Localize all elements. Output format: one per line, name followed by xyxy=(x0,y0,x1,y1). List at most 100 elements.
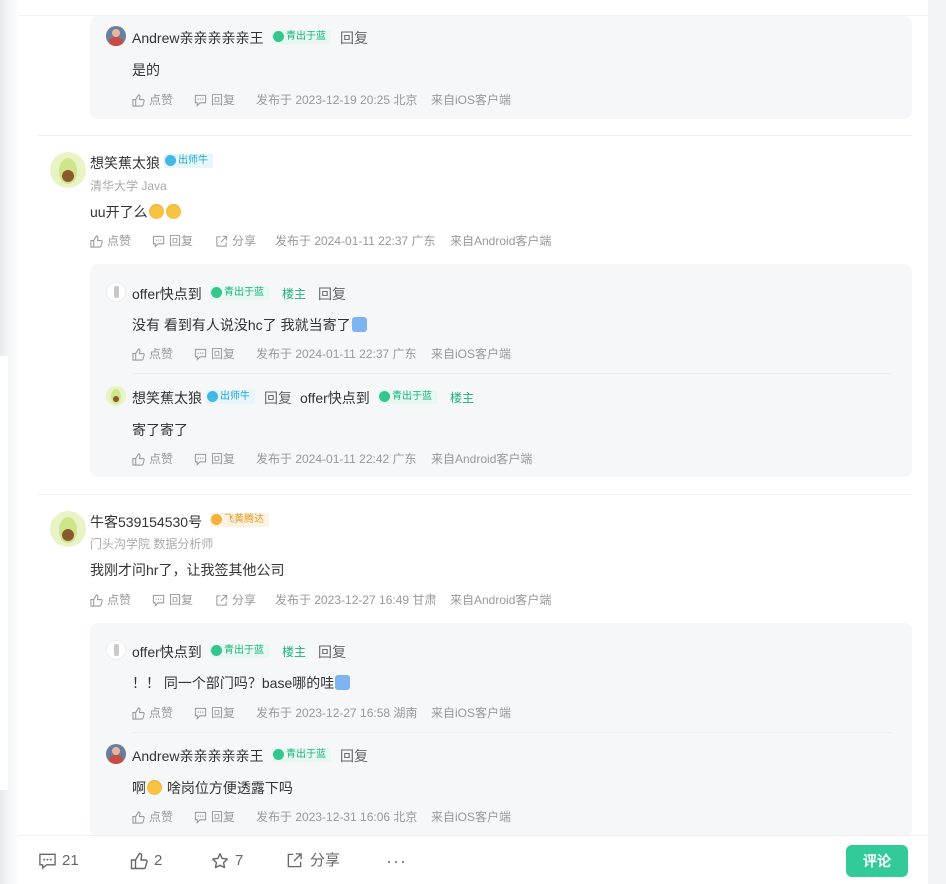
reply-divider xyxy=(132,732,892,733)
comment-actions: 点赞 回复 分享 发布于 2023-12-27 16:49 甘肃 来自Andro… xyxy=(90,592,890,608)
badge-icon xyxy=(211,514,222,525)
owner-tag: 楼主 xyxy=(450,391,475,405)
post-source: 来自Android客户端 xyxy=(450,234,552,248)
reply-text: 没有 看到有人说没hc了 我就当寄了 xyxy=(132,315,368,335)
emoji-icon xyxy=(351,317,367,332)
thumbs-up-icon xyxy=(132,707,145,720)
separator xyxy=(38,135,912,136)
avatar[interactable] xyxy=(50,152,86,188)
badge-icon xyxy=(273,749,284,760)
left-gutter xyxy=(0,356,8,790)
post-time: 发布于 2023-12-19 20:25 北京 xyxy=(256,93,418,107)
post-source: 来自iOS客户端 xyxy=(431,93,512,107)
reply-box: offer快点到 青出于蓝 楼主 回复 没有 看到有人说没hc了 我就当寄了 点… xyxy=(90,264,912,477)
reply-username[interactable]: 想笑蕉太狼 xyxy=(132,388,202,408)
reply-username[interactable]: Andrew亲亲亲亲亲王 xyxy=(132,746,263,766)
reply-actions: 点赞 回复 发布于 2023-12-31 16:06 北京 来自iOS客户端 xyxy=(132,809,892,825)
post-source: 来自Android客户端 xyxy=(450,593,552,607)
bottom-action-bar: 21 2 7 分享 ··· 评论 xyxy=(18,835,928,884)
comment-icon xyxy=(194,348,207,361)
comment-icon xyxy=(194,453,207,466)
emoji-icon xyxy=(335,675,351,690)
star-icon xyxy=(212,853,228,869)
post-source: 来自iOS客户端 xyxy=(431,810,512,824)
post-time: 发布于 2023-12-27 16:49 甘肃 xyxy=(275,593,437,607)
comment-icon xyxy=(194,94,207,107)
reply-link[interactable]: 回复 xyxy=(318,642,346,662)
post-source: 来自Android客户端 xyxy=(431,452,533,466)
badge-icon xyxy=(379,391,390,402)
share-icon xyxy=(287,853,302,868)
avatar[interactable] xyxy=(106,26,126,46)
comment-list: Andrew亲亲亲亲亲王 青出于蓝 回复 是的 点赞 回复 发布于 2023-1… xyxy=(18,0,928,884)
reply-text: ！！ 同一个部门吗？base哪的哇 xyxy=(132,673,351,693)
comment-item: 想笑蕉太狼 出师牛 清华大学 Java uu开了么 点赞 回复 分享 发布于 2… xyxy=(18,152,928,478)
post-source: 来自iOS客户端 xyxy=(431,706,512,720)
user-school: 清华大学 Java xyxy=(90,179,167,193)
user-school: 门头沟学院 数据分析师 xyxy=(90,537,214,551)
reply-link[interactable]: 回复 xyxy=(340,28,368,48)
thumbs-up-icon xyxy=(90,594,103,607)
separator xyxy=(38,494,912,495)
reply-username[interactable]: offer快点到 xyxy=(132,284,202,304)
avatar[interactable] xyxy=(106,640,126,660)
level-badge: 飞黄腾达 xyxy=(210,513,269,527)
comment-username[interactable]: 想笑蕉太狼 xyxy=(90,153,160,173)
post-source: 来自iOS客户端 xyxy=(431,347,512,361)
comment-button[interactable]: 评论 xyxy=(846,845,908,877)
reply-actions: 点赞 回复 发布于 2024-01-11 22:37 广东 来自iOS客户端 xyxy=(132,346,892,362)
comment-icon xyxy=(39,853,56,870)
thumbs-up-icon xyxy=(132,348,145,361)
thumbs-up-icon xyxy=(132,94,145,107)
emoji-icon xyxy=(165,204,181,219)
emoji-icon xyxy=(148,204,164,219)
level-badge: 出师牛 xyxy=(206,390,255,404)
avatar[interactable] xyxy=(50,511,86,547)
badge-icon xyxy=(273,31,284,42)
thumbs-up-icon xyxy=(130,852,148,870)
reply-actions: 点赞 回复 发布于 2023-12-19 20:25 北京 来自iOS客户端 xyxy=(132,92,892,108)
reply-text: 啊 啥岗位方便透露下吗 xyxy=(132,780,293,796)
level-badge: 青出于蓝 xyxy=(210,644,269,658)
avatar[interactable] xyxy=(106,386,126,406)
level-badge: 青出于蓝 xyxy=(272,30,331,44)
post-time: 发布于 2023-12-31 16:06 北京 xyxy=(256,810,418,824)
comment-icon xyxy=(152,235,165,248)
reply-username[interactable]: Andrew亲亲亲亲亲王 xyxy=(132,28,263,48)
level-badge: 出师牛 xyxy=(164,154,213,168)
level-badge: 青出于蓝 xyxy=(378,390,437,404)
reply-box-top: Andrew亲亲亲亲亲王 青出于蓝 回复 是的 点赞 回复 发布于 2023-1… xyxy=(90,16,912,119)
comment-username[interactable]: 牛客539154530号 xyxy=(90,512,202,532)
comment-text: uu开了么 xyxy=(90,202,182,222)
post-time: 发布于 2024-01-11 22:37 广东 xyxy=(275,234,436,248)
thumbs-up-icon xyxy=(132,811,145,824)
top-strip xyxy=(18,0,928,16)
owner-tag: 楼主 xyxy=(282,645,307,659)
comment-icon xyxy=(194,707,207,720)
reply-actions: 点赞 回复 发布于 2024-01-11 22:42 广东 来自Android客… xyxy=(132,451,892,467)
avatar[interactable] xyxy=(106,282,126,302)
reply-box: offer快点到 青出于蓝 楼主 回复 ！！ 同一个部门吗？base哪的哇 点赞… xyxy=(90,623,912,837)
reply-text: 寄了寄了 xyxy=(132,422,188,438)
level-badge: 青出于蓝 xyxy=(272,748,331,762)
comment-actions: 点赞 回复 分享 发布于 2024-01-11 22:37 广东 来自Andro… xyxy=(90,233,890,249)
reply-target-username[interactable]: offer快点到 xyxy=(300,388,370,408)
thumbs-up-icon xyxy=(132,453,145,466)
reply-link[interactable]: 回复 xyxy=(318,284,346,304)
more-options-icon[interactable]: ··· xyxy=(386,851,407,872)
badge-icon xyxy=(211,645,222,656)
reply-link[interactable]: 回复 xyxy=(340,746,368,766)
badge-icon xyxy=(207,391,218,402)
share-icon xyxy=(216,235,228,247)
owner-tag: 楼主 xyxy=(282,287,307,301)
avatar[interactable] xyxy=(106,744,126,764)
comment-icon xyxy=(152,594,165,607)
thumbs-up-icon xyxy=(90,235,103,248)
reply-username[interactable]: offer快点到 xyxy=(132,642,202,662)
post-time: 发布于 2023-12-27 16:58 湖南 xyxy=(256,706,418,720)
reply-link: 回复 xyxy=(264,390,292,406)
badge-icon xyxy=(211,287,222,298)
post-time: 发布于 2024-01-11 22:42 广东 xyxy=(256,452,417,466)
badge-icon xyxy=(165,155,176,166)
level-badge: 青出于蓝 xyxy=(210,286,269,300)
